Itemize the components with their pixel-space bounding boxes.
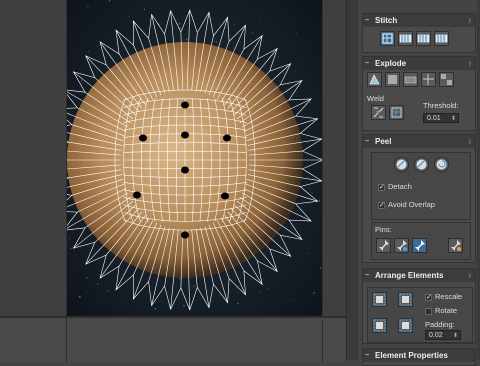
element-properties-rollout: − Element Properties [362, 348, 476, 366]
peel-mode-icon [415, 158, 428, 171]
flatten-by-material-id-icon [440, 73, 453, 86]
pins-box: Pins: [371, 222, 471, 260]
element-properties-rollout-header[interactable]: − Element Properties [363, 349, 475, 362]
avoid-overlap-label: Avoid Overlap [388, 200, 435, 209]
weld-all-icon [390, 106, 403, 119]
arrange-options-box: ✓ Rescale Rotate Padding: 0.02 ⬍ [367, 287, 473, 343]
pack-together-icon [373, 319, 386, 332]
explode-rollout: − Explode ⁝ Weld Threshold: 0.01 ⬍ [362, 56, 476, 131]
collapse-icon: − [365, 349, 369, 362]
pack-together-button[interactable] [372, 318, 387, 333]
pushpin-add-icon [395, 239, 408, 252]
weld-selected-icon [372, 106, 385, 119]
flatten-by-smoothing-group-button[interactable] [421, 72, 436, 87]
flatten-by-polygon-angle-icon [404, 73, 417, 86]
peel-options-box: ✓ Detach ✓ Avoid Overlap [371, 152, 471, 220]
pushpin-remove-icon [449, 239, 462, 252]
stitch-rollout: − Stitch ⁝ [362, 13, 476, 53]
padding-spinner[interactable]: 0.02 ⬍ [425, 330, 461, 340]
detach-icon [386, 73, 399, 86]
viewport-left-margin [0, 0, 67, 316]
quick-peel-icon [395, 158, 408, 171]
uv-texture-canvas[interactable] [67, 0, 322, 316]
padding-value: 0.02 [429, 332, 443, 339]
pin-tool-button[interactable] [376, 238, 391, 253]
detach-checkbox[interactable]: ✓ [378, 184, 385, 191]
stitch-source-button[interactable] [398, 31, 413, 46]
auto-pin-button[interactable] [412, 238, 427, 253]
bottom-cell-middle [67, 320, 323, 362]
arrange-elements-rollout: − Arrange Elements ⁝ ✓ Rescale Rotate Pa… [362, 268, 476, 344]
rescale-label: Rescale [435, 292, 462, 301]
stitch-rollout-header[interactable]: − Stitch ⁝ [363, 14, 475, 27]
pack-custom-icon [399, 293, 412, 306]
quick-peel-button[interactable] [394, 157, 409, 172]
peel-rollout-header[interactable]: − Peel ⁝ [363, 135, 475, 148]
pin-icon: ⁝ [469, 270, 471, 283]
pack-custom-button[interactable] [398, 292, 413, 307]
stitch-title: Stitch [375, 16, 397, 25]
uv-canvas-svg [67, 0, 322, 316]
command-panel: − Stitch ⁝ − Explode ⁝ Weld Threshold: 0… [358, 0, 480, 360]
collapse-icon: − [365, 269, 369, 282]
reset-peel-icon [435, 158, 448, 171]
collapse-icon: − [365, 135, 369, 148]
arrange-elements-rollout-header[interactable]: − Arrange Elements ⁝ [363, 269, 475, 282]
unpin-button[interactable] [448, 238, 463, 253]
reset-peel-button[interactable] [434, 157, 449, 172]
spinner-arrows-icon[interactable]: ⬍ [453, 331, 458, 341]
padding-label: Padding: [425, 320, 455, 329]
flatten-by-smoothing-group-icon [422, 73, 435, 86]
collapse-icon: − [365, 14, 369, 27]
pushpin-icon [377, 239, 390, 252]
stitch-target-button[interactable] [434, 31, 449, 46]
pack-normalize-button[interactable] [372, 292, 387, 307]
flatten-by-material-id-button[interactable] [439, 72, 454, 87]
flatten-by-polygon-angle-button[interactable] [403, 72, 418, 87]
explode-title: Explode [375, 59, 406, 68]
stitch-source-icon [399, 32, 412, 45]
stitch-custom-button[interactable] [380, 31, 395, 46]
stitch-target-icon [435, 32, 448, 45]
viewport-bottom-bar [0, 316, 346, 362]
weld-selected-button[interactable] [371, 105, 386, 120]
detach-label: Detach [388, 182, 412, 191]
viewport-right-margin [322, 0, 347, 316]
pins-label: Pins: [375, 225, 392, 234]
peel-rollout: − Peel ⁝ ✓ Detach ✓ Avoid Overlap Pins: [362, 134, 476, 263]
break-button[interactable] [367, 72, 382, 87]
pin-icon: ⁝ [469, 136, 471, 149]
weld-label: Weld [367, 94, 384, 103]
pack-normalize-together-button[interactable] [398, 318, 413, 333]
threshold-spinner[interactable]: 0.01 ⬍ [423, 113, 459, 123]
rotate-label: Rotate [435, 306, 457, 315]
threshold-label: Threshold: [423, 101, 458, 110]
rescale-checkbox[interactable]: ✓ [425, 294, 432, 301]
rotate-checkbox[interactable] [425, 308, 432, 315]
pushpin-auto-icon [413, 239, 426, 252]
peel-title: Peel [375, 137, 391, 146]
pin-icon: ⁝ [469, 15, 471, 28]
stitch-average-button[interactable] [416, 31, 431, 46]
uv-editor-viewport[interactable] [0, 0, 346, 360]
bottom-cell-right [323, 318, 346, 362]
weld-all-button[interactable] [389, 105, 404, 120]
pin-add-button[interactable] [394, 238, 409, 253]
collapse-icon: − [365, 57, 369, 70]
element-properties-title: Element Properties [375, 351, 448, 360]
break-icon [368, 73, 381, 86]
arrange-elements-title: Arrange Elements [375, 271, 443, 280]
pack-normalize-icon [373, 293, 386, 306]
avoid-overlap-checkbox[interactable]: ✓ [378, 202, 385, 209]
bottom-cell-left [0, 318, 67, 362]
pin-icon: ⁝ [469, 58, 471, 71]
spinner-arrows-icon[interactable]: ⬍ [451, 114, 456, 124]
threshold-value: 0.01 [427, 115, 441, 122]
peel-mode-button[interactable] [414, 157, 429, 172]
stitch-custom-icon [381, 32, 394, 45]
explode-rollout-header[interactable]: − Explode ⁝ [363, 57, 475, 70]
pack-normalize-together-icon [399, 319, 412, 332]
stitch-average-icon [417, 32, 430, 45]
detach-button[interactable] [385, 72, 400, 87]
